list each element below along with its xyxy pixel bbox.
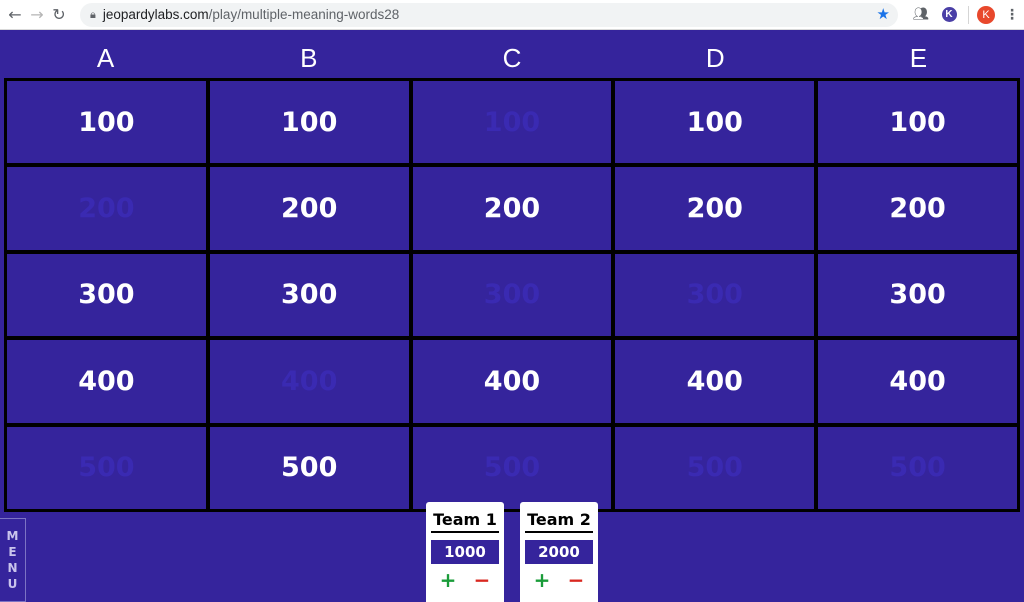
menu-letter: M — [6, 529, 19, 543]
board-cell[interactable]: 100 — [209, 81, 409, 164]
team-card-2: Team 2 2000 + − — [520, 502, 598, 602]
bookmark-star-icon[interactable]: ★ — [877, 5, 890, 23]
forward-arrow-icon[interactable]: → — [26, 4, 48, 26]
minus-icon[interactable]: − — [474, 570, 491, 590]
board-cell: 400 — [209, 340, 409, 423]
category-header: A — [96, 43, 115, 73]
jeopardy-board: 100 100 100 100 100 200 200 200 200 200 300 300 300 3… — [4, 78, 1020, 512]
category-header-row: A B C D E — [4, 38, 1020, 78]
browser-toolbar: ← → ↻ 🔒︎ jeopardylabs.com/play/multiple-… — [0, 0, 1024, 30]
lock-icon: 🔒︎ — [90, 7, 96, 21]
board-cell: 500 — [615, 426, 815, 509]
board-cell[interactable]: 200 — [818, 167, 1017, 250]
extension-icon[interactable]: K — [938, 4, 960, 26]
profile-avatar[interactable]: K — [975, 4, 997, 26]
board-cell[interactable]: 400 — [412, 340, 612, 423]
board-cell: 200 — [7, 167, 206, 250]
people-icon[interactable]: 👥︎ — [910, 4, 932, 26]
board-cell[interactable]: 200 — [615, 167, 815, 250]
category-header: E — [909, 43, 928, 73]
menu-letter: N — [7, 561, 18, 575]
board-cell: 500 — [7, 426, 206, 509]
category-header: D — [705, 43, 725, 73]
team-name[interactable]: Team 2 — [525, 510, 593, 533]
board-cell[interactable]: 100 — [7, 81, 206, 164]
board-cell[interactable]: 300 — [818, 253, 1017, 337]
plus-icon[interactable]: + — [440, 570, 457, 590]
back-arrow-icon[interactable]: ← — [4, 4, 26, 26]
category-header: C — [502, 43, 522, 73]
plus-icon[interactable]: + — [534, 570, 551, 590]
score-controls: + − — [525, 570, 593, 590]
kebab-menu-icon[interactable]: ⋮ — [1001, 4, 1023, 26]
address-bar[interactable]: 🔒︎ jeopardylabs.com/play/multiple-meanin… — [80, 2, 898, 27]
team-score[interactable]: 1000 — [431, 540, 499, 564]
category-header: B — [300, 43, 318, 73]
board-cell: 100 — [412, 81, 612, 164]
board-cell[interactable]: 500 — [209, 426, 409, 509]
board-cell[interactable]: 400 — [615, 340, 815, 423]
menu-letter: E — [8, 545, 17, 559]
team-name[interactable]: Team 1 — [431, 510, 499, 533]
toolbar-divider — [968, 5, 969, 24]
board-cell: 500 — [818, 426, 1017, 509]
board-cell: 300 — [412, 253, 612, 337]
board-cell[interactable]: 200 — [209, 167, 409, 250]
board-cell[interactable]: 100 — [615, 81, 815, 164]
minus-icon[interactable]: − — [568, 570, 585, 590]
board-cell[interactable]: 100 — [818, 81, 1017, 164]
menu-tab[interactable]: MENU — [0, 518, 26, 602]
board-cell[interactable]: 300 — [7, 253, 206, 337]
url-text: jeopardylabs.com/play/multiple-meaning-w… — [102, 7, 400, 22]
team-score[interactable]: 2000 — [525, 540, 593, 564]
score-controls: + − — [431, 570, 499, 590]
team-card-1: Team 1 1000 + − — [426, 502, 504, 602]
board-cell[interactable]: 300 — [209, 253, 409, 337]
reload-icon[interactable]: ↻ — [48, 4, 70, 26]
menu-letter: U — [7, 577, 18, 591]
board-cell: 500 — [412, 426, 612, 509]
board-cell[interactable]: 400 — [7, 340, 206, 423]
board-cell[interactable]: 400 — [818, 340, 1017, 423]
board-cell[interactable]: 200 — [412, 167, 612, 250]
board-cell: 300 — [615, 253, 815, 337]
